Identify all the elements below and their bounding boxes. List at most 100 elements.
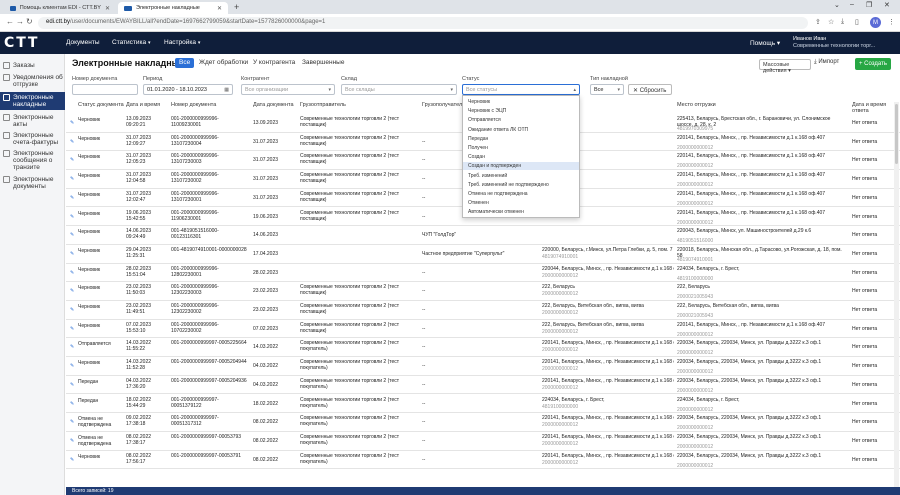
- mass-actions-button[interactable]: Массовые действия ▾: [759, 59, 811, 74]
- row-status-icon[interactable]: ✎: [70, 326, 75, 332]
- col-number[interactable]: Номер документа: [171, 102, 216, 114]
- table-row[interactable]: ✎ Черновик 23.02.2023 11:50:03 001-20000009…: [66, 282, 900, 301]
- tab-completed[interactable]: Завершенные: [298, 58, 348, 68]
- row-status-icon[interactable]: ✎: [70, 344, 75, 350]
- status-option[interactable]: Автоматически отменен: [463, 208, 579, 216]
- bookmark-star-icon[interactable]: ☆: [828, 18, 834, 26]
- row-status-icon[interactable]: ✎: [70, 363, 75, 369]
- status-option[interactable]: Черновик с ЭЦП: [463, 107, 579, 115]
- sidebar-item-waybills[interactable]: Электронные накладные: [0, 92, 65, 110]
- status-option[interactable]: Треб. изменений не подтверждено: [463, 181, 579, 189]
- status-option[interactable]: Передан: [463, 135, 579, 143]
- reload-icon[interactable]: ↻: [26, 17, 33, 26]
- url-field[interactable]: edi.ctt.by/user/documents/EWAYBILL/all?e…: [38, 17, 808, 29]
- close-tab-icon[interactable]: ✕: [105, 5, 110, 12]
- col-answer[interactable]: Дата и время ответа: [852, 102, 900, 114]
- table-row[interactable]: ✎ Отмена не подтверждена 09.02.2022 17:38:…: [66, 413, 900, 432]
- nav-statistics[interactable]: Статистика ▾: [112, 39, 150, 46]
- sidebar-item-invoices[interactable]: Электронные счета-фактуры: [0, 132, 65, 146]
- row-status-icon[interactable]: ✎: [70, 214, 75, 220]
- help-menu[interactable]: Помощь ▾: [750, 39, 780, 47]
- forward-icon[interactable]: →: [16, 17, 24, 26]
- type-select[interactable]: Все ▾: [590, 84, 624, 95]
- row-status-icon[interactable]: ✎: [70, 288, 75, 294]
- status-option[interactable]: Черновик: [463, 98, 579, 106]
- tab-all[interactable]: Все: [175, 58, 195, 68]
- row-status-icon[interactable]: ✎: [70, 120, 75, 126]
- nav-settings[interactable]: Настройка ▾: [164, 39, 200, 46]
- sidebar-item-documents[interactable]: Электронные документы: [0, 176, 65, 190]
- share-icon[interactable]: ⇪: [815, 18, 821, 26]
- table-row[interactable]: ✎ Черновик 14.06.2023 09:24:49 001-48190515…: [66, 226, 900, 245]
- table-row[interactable]: ✎ Передан 04.03.2022 17:36:20 001-200000099…: [66, 376, 900, 395]
- status-option[interactable]: Треб. изменений: [463, 172, 579, 180]
- contractor-select[interactable]: Все организации ▾: [241, 84, 335, 95]
- close-tab-icon[interactable]: ✕: [217, 5, 222, 12]
- status-option[interactable]: Ожидание ответа ЛК ОТП: [463, 126, 579, 134]
- chevron-down-icon[interactable]: ⌄: [834, 1, 840, 9]
- row-status-icon[interactable]: ✎: [70, 157, 75, 163]
- row-status-icon[interactable]: ✎: [70, 457, 75, 463]
- browser-tab-waybills[interactable]: Электронные накладные ✕: [118, 2, 228, 14]
- profile-avatar[interactable]: M: [870, 17, 881, 28]
- row-status-icon[interactable]: ✎: [70, 438, 75, 444]
- row-status-icon[interactable]: ✎: [70, 307, 75, 313]
- row-status-icon[interactable]: ✎: [70, 251, 75, 257]
- nav-documents[interactable]: Документы: [66, 39, 100, 46]
- table-row[interactable]: ✎ Отмена не подтверждена 08.02.2022 17:38:…: [66, 432, 900, 451]
- warehouse-select[interactable]: Все склады ▾: [341, 84, 457, 95]
- table-row[interactable]: ✎ Черновик 14.03.2022 11:52:28 001-20000009…: [66, 357, 900, 376]
- table-row[interactable]: ✎ Черновик 23.02.2023 11:49:51 001-20000009…: [66, 301, 900, 320]
- status-select[interactable]: Все статусы ▴: [462, 84, 580, 95]
- close-window-icon[interactable]: ✕: [884, 1, 890, 9]
- row-status-icon[interactable]: ✎: [70, 232, 75, 238]
- tab-waiting[interactable]: Ждет обработки: [195, 58, 252, 68]
- tab-at-contractor[interactable]: У контрагента: [249, 58, 299, 68]
- row-status-icon[interactable]: ✎: [70, 382, 75, 388]
- row-status-icon[interactable]: ✎: [70, 419, 75, 425]
- reset-filters-button[interactable]: ✕ Сбросить: [628, 84, 672, 95]
- row-status-icon[interactable]: ✎: [70, 270, 75, 276]
- import-button[interactable]: ⤓ Импорт: [814, 59, 839, 66]
- sidebar-item-acts[interactable]: Электронные акты: [0, 114, 65, 128]
- col-status[interactable]: Статус документа: [78, 102, 124, 114]
- row-status-icon[interactable]: ✎: [70, 139, 75, 145]
- user-menu[interactable]: Иванов Иван Современные технологии торг.…: [793, 36, 875, 50]
- sidebar-item-orders[interactable]: Заказы: [0, 62, 65, 69]
- doc-number-input[interactable]: [72, 84, 138, 95]
- row-status-icon[interactable]: ✎: [70, 401, 75, 407]
- restore-icon[interactable]: ❐: [866, 1, 872, 9]
- minimize-icon[interactable]: –: [850, 1, 854, 8]
- ctt-logo[interactable]: СТТ: [4, 35, 39, 51]
- status-option[interactable]: Отмена не подтверждена: [463, 190, 579, 198]
- table-row[interactable]: ✎ Отправляется 14.03.2022 11:55:22 001-2000…: [66, 338, 900, 358]
- browser-menu-icon[interactable]: ⋮: [888, 18, 895, 26]
- col-shipper[interactable]: Грузоотправитель: [300, 102, 346, 114]
- status-option[interactable]: Получен: [463, 144, 579, 152]
- download-icon[interactable]: ⤓: [841, 18, 844, 26]
- status-option[interactable]: Создан и подтвержден: [463, 162, 579, 171]
- col-consignee[interactable]: Грузополучатель: [422, 102, 465, 114]
- row-status-icon[interactable]: ✎: [70, 176, 75, 182]
- table-row[interactable]: ✎ Черновик 07.02.2023 15:53:10 001-20000009…: [66, 320, 900, 339]
- col-place[interactable]: Место отгрузки: [677, 102, 716, 114]
- create-button[interactable]: + Создать: [855, 58, 891, 70]
- sidebar-item-transit[interactable]: Электронные сообщения о транзите: [0, 150, 65, 171]
- sidepanel-icon[interactable]: ▯: [855, 18, 859, 26]
- browser-tab-help[interactable]: Помощь клиентам EDI - СТТ.BY ✕: [4, 2, 116, 14]
- row-status-icon[interactable]: ✎: [70, 195, 75, 201]
- table-row[interactable]: ✎ Передан 18.02.2022 15:44:29 001-200000099…: [66, 395, 900, 414]
- table-row[interactable]: ✎ Черновик 28.02.2023 15:51:04 001-20000009…: [66, 264, 900, 283]
- table-row[interactable]: ✎ Черновик 29.04.2023 11:25:31 001-48190749…: [66, 245, 900, 264]
- status-option[interactable]: Отправляется: [463, 116, 579, 124]
- back-icon[interactable]: ←: [6, 17, 14, 26]
- scrollbar-thumb[interactable]: [895, 104, 898, 164]
- col-doc-date[interactable]: Дата документа: [253, 102, 294, 114]
- status-option[interactable]: Отменен: [463, 199, 579, 207]
- new-tab-icon[interactable]: +: [234, 2, 239, 12]
- col-datetime[interactable]: Дата и время: [126, 102, 160, 114]
- table-row[interactable]: ✎ Черновик 08.02.2022 17:56:17 001-20000009…: [66, 451, 900, 470]
- status-option[interactable]: Создан: [463, 153, 579, 161]
- sidebar-item-shipment-notices[interactable]: Уведомления об отгрузке: [0, 74, 65, 88]
- period-input[interactable]: 01.01.2020 - 18.10.2023 ▦: [143, 84, 233, 95]
